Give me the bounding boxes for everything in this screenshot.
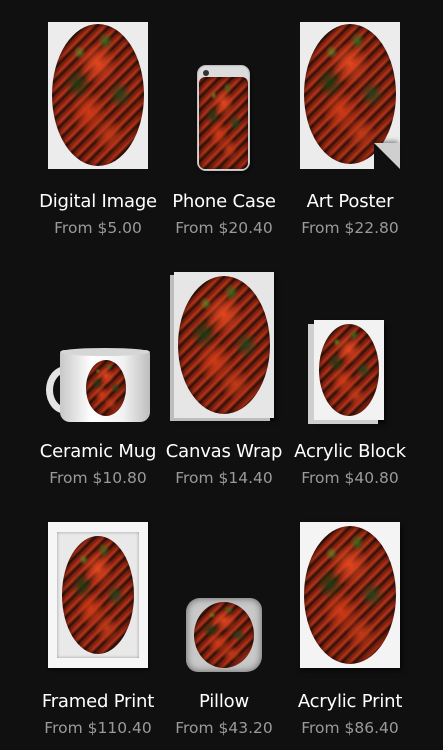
digital-image-icon bbox=[48, 22, 148, 169]
acrylic-print-icon bbox=[300, 522, 400, 668]
ceramic-mug-icon bbox=[46, 348, 152, 426]
product-price: From $40.80 bbox=[301, 469, 399, 487]
phone-case-icon bbox=[197, 65, 250, 171]
framed-print-icon bbox=[48, 522, 148, 668]
product-card-art-poster[interactable]: Art Poster From $22.80 bbox=[276, 0, 424, 250]
acrylic-block-icon bbox=[314, 320, 384, 420]
product-grid: Digital Image From $5.00 Phone Case From… bbox=[0, 0, 443, 750]
product-title: Art Poster bbox=[306, 191, 394, 212]
pillow-icon bbox=[186, 598, 262, 672]
art-poster-icon bbox=[300, 22, 400, 169]
product-price: From $22.80 bbox=[301, 219, 399, 237]
product-title: Acrylic Print bbox=[297, 691, 403, 712]
product-price: From $86.40 bbox=[301, 719, 399, 737]
product-title: Acrylic Block bbox=[294, 441, 406, 462]
canvas-wrap-icon bbox=[174, 272, 274, 418]
product-card-acrylic-print[interactable]: Acrylic Print From $86.40 bbox=[276, 500, 424, 750]
product-card-acrylic-block[interactable]: Acrylic Block From $40.80 bbox=[276, 250, 424, 500]
